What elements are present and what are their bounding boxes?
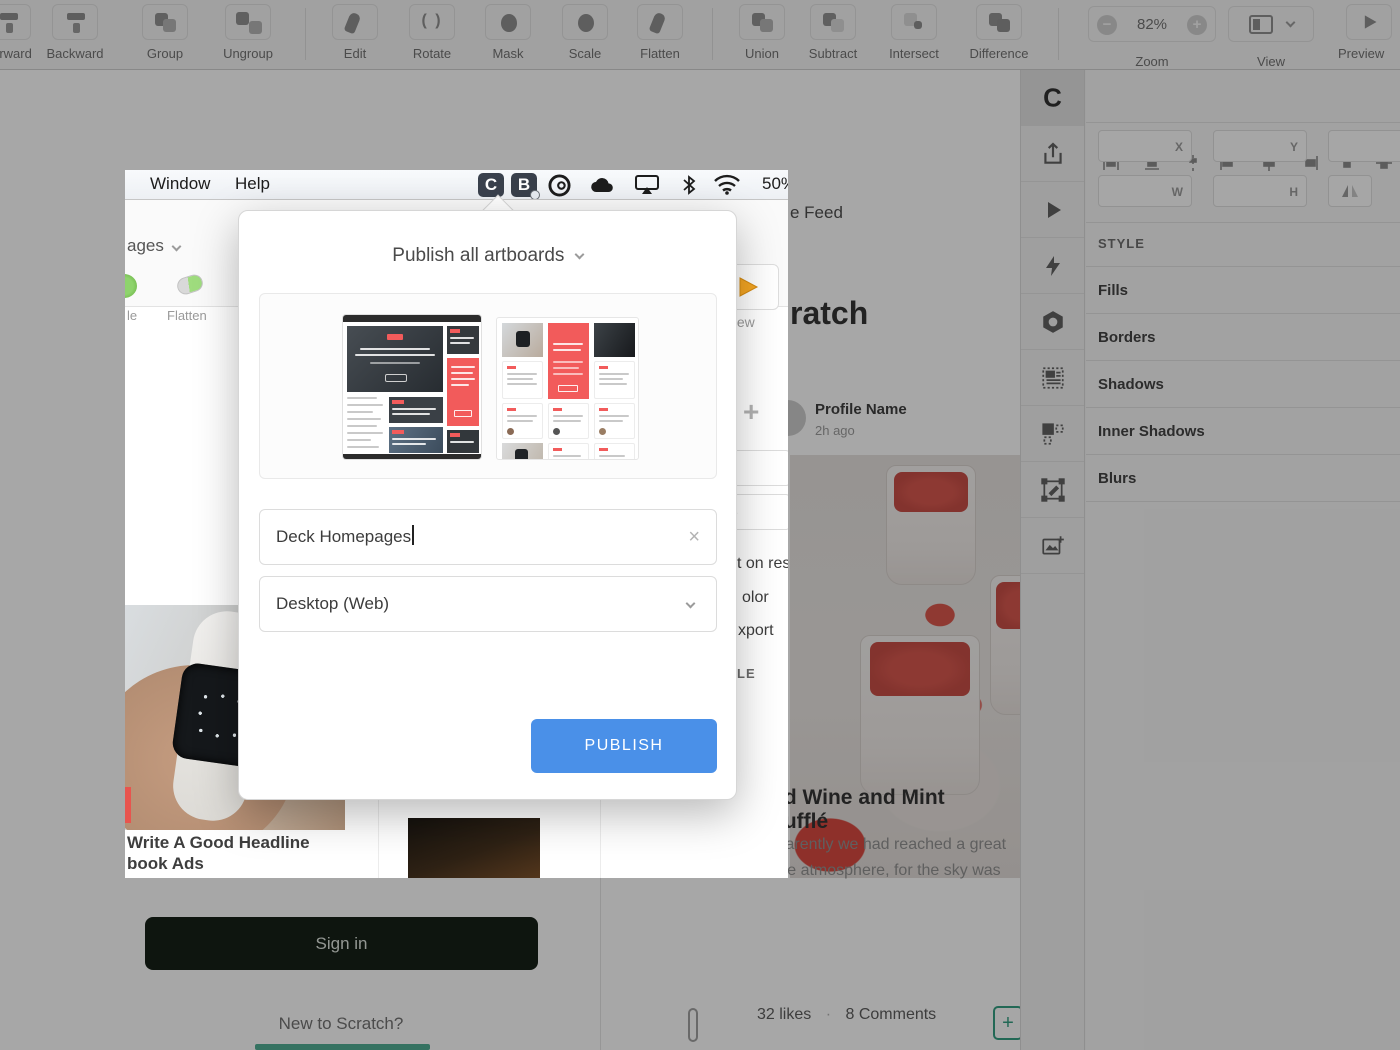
article-excerpt: t of exciting stuff going on in the star… (125, 876, 331, 878)
color-option-fragment: olor (742, 589, 769, 607)
menu-help[interactable]: Help (235, 174, 270, 194)
text-caret (412, 525, 414, 545)
cloud-icon[interactable] (590, 174, 616, 200)
creative-cloud-icon[interactable] (548, 174, 571, 200)
scale-tool-icon (125, 274, 137, 298)
chevron-down-icon (574, 250, 584, 260)
macos-menu-bar: Window Help C B 50% (125, 170, 788, 200)
airplay-icon[interactable] (634, 174, 660, 200)
breadcrumb[interactable]: ages (127, 236, 164, 256)
chevron-down-icon (172, 242, 182, 252)
resize-option-fragment: t on res (737, 555, 788, 573)
publish-name-input[interactable]: Deck Homepages × (259, 509, 717, 565)
dim-overlay-left (0, 170, 125, 878)
battery-percent: 50% (762, 174, 788, 194)
scale-tool-label: le (127, 308, 137, 323)
highlighted-screenshot-region: Window Help C B 50% ages le Flatten evie… (125, 170, 788, 878)
popover-title[interactable]: Publish all artboards (239, 245, 736, 267)
target-select[interactable]: Desktop (Web) (259, 576, 717, 632)
category-tag (125, 787, 131, 823)
flatten-tool-icon (175, 272, 205, 296)
craft-menubar-icon[interactable]: C (478, 173, 504, 197)
article-photo-desk (408, 818, 540, 878)
chevron-down-icon (686, 599, 696, 609)
artboard-thumb-desktop[interactable] (342, 314, 482, 460)
screenshot-stage: Forward Backward Group Ungroup Edit ( ) … (0, 0, 1400, 1050)
clear-input-icon[interactable]: × (688, 510, 700, 564)
b-app-menubar-icon[interactable]: B (511, 173, 537, 197)
bluetooth-icon[interactable] (681, 173, 697, 200)
artboard-thumb-grid[interactable] (496, 317, 639, 460)
export-option-fragment: xport (738, 622, 774, 640)
dim-overlay-right (788, 170, 1400, 878)
wifi-icon[interactable] (713, 174, 741, 200)
menu-window[interactable]: Window (150, 174, 210, 194)
flatten-tool-label[interactable]: Flatten (167, 308, 207, 323)
article-headline: Write A Good Headline book Ads (127, 832, 310, 874)
dim-overlay-top (0, 0, 1400, 170)
publish-button[interactable]: PUBLISH (531, 719, 717, 773)
artboard-thumbnails (259, 293, 717, 479)
publish-popover: Publish all artboards (238, 210, 737, 800)
style-header-fragment: LE (737, 666, 756, 681)
dim-overlay-bottom (0, 878, 1400, 1050)
plus-handle[interactable]: + (743, 396, 759, 428)
